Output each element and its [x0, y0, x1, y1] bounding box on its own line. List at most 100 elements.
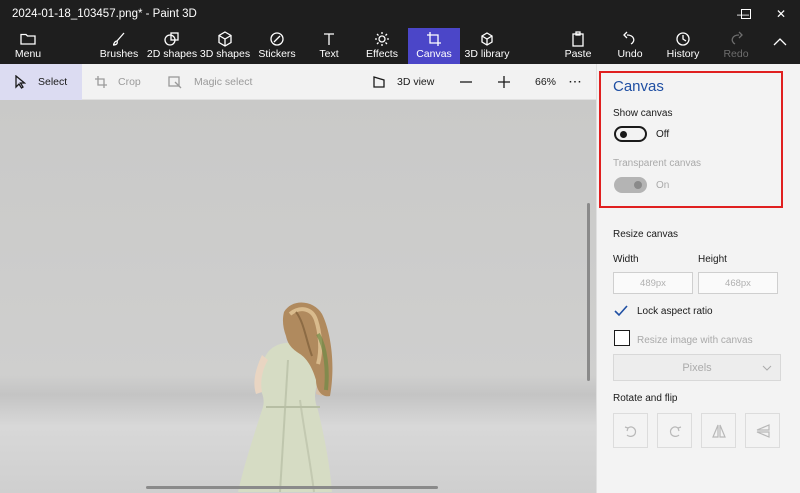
undo-label: Undo	[617, 48, 643, 60]
flip-vertical-button[interactable]	[701, 413, 736, 448]
units-dropdown[interactable]: Pixels	[613, 354, 781, 381]
tool-text[interactable]: Text	[312, 28, 346, 64]
maximize-icon	[741, 9, 751, 19]
rotate-right-icon	[669, 425, 681, 437]
width-label: Width	[613, 254, 639, 265]
collapse-ribbon-button[interactable]	[770, 28, 790, 64]
horizontal-scrollbar[interactable]	[146, 486, 438, 489]
resize-image-label: Resize image with canvas	[637, 335, 753, 346]
tool-label: Text	[319, 48, 339, 60]
height-label: Height	[698, 254, 727, 265]
2d-shapes-icon	[164, 30, 180, 47]
undo-button[interactable]: Undo	[614, 28, 646, 64]
lock-aspect-checkbox[interactable]	[613, 303, 629, 319]
magic-select-label: Magic select	[194, 76, 253, 88]
vertical-scrollbar[interactable]	[587, 203, 590, 381]
tool-label: 2D shapes	[146, 48, 198, 60]
crop-icon	[95, 76, 107, 88]
menu-label: Menu	[14, 48, 42, 60]
folder-icon	[20, 30, 36, 47]
transparent-canvas-label: Transparent canvas	[613, 158, 702, 169]
flip-vertical-icon	[711, 424, 726, 438]
redo-label: Redo	[723, 48, 749, 60]
brush-icon	[111, 30, 127, 47]
tool-label: Effects	[366, 48, 398, 60]
maximize-button[interactable]	[727, 0, 765, 28]
rotate-left-button[interactable]	[613, 413, 648, 448]
chevron-up-icon	[773, 38, 787, 46]
canvas-crop-icon	[426, 30, 442, 47]
tool-brushes[interactable]: Brushes	[98, 28, 140, 64]
crop-tool[interactable]: Crop	[94, 64, 154, 100]
select-label: Select	[38, 76, 68, 88]
ribbon: Menu Brushes 2D shapes 3D shapes Sticker…	[0, 28, 800, 64]
units-value: Pixels	[682, 361, 712, 374]
flip-horizontal-button[interactable]	[745, 413, 780, 448]
plus-icon	[498, 76, 510, 88]
tool-label: Brushes	[99, 48, 139, 60]
sticker-icon	[269, 30, 285, 47]
rotate-left-icon	[624, 425, 636, 437]
width-field[interactable]: 489px	[613, 272, 693, 294]
chevron-down-icon	[762, 365, 772, 371]
redo-icon	[728, 30, 744, 47]
magic-select-icon	[168, 76, 182, 89]
show-canvas-toggle[interactable]	[614, 126, 647, 142]
show-canvas-state: Off	[656, 129, 670, 140]
tool-label: 3D library	[464, 48, 510, 60]
close-button[interactable]: ✕	[762, 0, 800, 28]
select-tool[interactable]: Select	[0, 64, 82, 100]
crop-label: Crop	[118, 76, 141, 88]
show-canvas-label: Show canvas	[613, 108, 673, 119]
pointer-icon	[15, 75, 26, 89]
zoom-in-button[interactable]	[497, 64, 513, 100]
transparent-canvas-toggle[interactable]	[614, 177, 647, 193]
resize-image-checkbox[interactable]	[614, 330, 630, 346]
lock-aspect-label: Lock aspect ratio	[637, 306, 713, 317]
height-field[interactable]: 468px	[698, 272, 778, 294]
history-label: History	[666, 48, 700, 60]
more-options-button[interactable]: ···	[569, 64, 583, 100]
tool-effects[interactable]: Effects	[364, 28, 400, 64]
paste-button[interactable]: Paste	[563, 28, 593, 64]
cube-icon	[217, 30, 233, 47]
sun-icon	[374, 30, 390, 47]
tool-canvas[interactable]: Canvas	[408, 28, 460, 64]
history-icon	[675, 30, 691, 47]
text-icon	[321, 30, 337, 47]
tool-3d-shapes[interactable]: 3D shapes	[200, 28, 250, 64]
minus-icon	[460, 81, 472, 83]
magic-select-tool[interactable]: Magic select	[168, 64, 258, 100]
tool-label: Canvas	[416, 48, 452, 60]
panel-title: Canvas	[613, 78, 664, 95]
canvas-image	[238, 302, 333, 493]
3d-library-icon	[479, 30, 495, 47]
3d-view-label: 3D view	[397, 76, 435, 88]
redo-button[interactable]: Redo	[722, 28, 750, 64]
tool-label: Stickers	[258, 48, 296, 60]
paste-label: Paste	[564, 48, 592, 60]
window-title: 2024-01-18_103457.png* - Paint 3D	[12, 8, 197, 20]
title-bar: 2024-01-18_103457.png* - Paint 3D — ✕	[0, 0, 800, 28]
zoom-out-button[interactable]	[459, 64, 475, 100]
undo-icon	[622, 30, 638, 47]
flip-horizontal-icon	[756, 423, 770, 438]
rotate-right-button[interactable]	[657, 413, 692, 448]
tool-label: 3D shapes	[199, 48, 251, 60]
zoom-level[interactable]: 66%	[535, 64, 557, 100]
clipboard-icon	[570, 30, 586, 47]
resize-canvas-label: Resize canvas	[613, 229, 679, 240]
canvas-area[interactable]	[0, 100, 596, 493]
canvas-toolbar: Select Crop Magic select 3D view 66% ···	[0, 64, 596, 100]
tool-stickers[interactable]: Stickers	[256, 28, 298, 64]
history-button[interactable]: History	[664, 28, 702, 64]
checkmark-icon	[614, 305, 628, 317]
3d-view-icon	[373, 76, 385, 88]
3d-view-button[interactable]: 3D view	[372, 64, 438, 100]
tool-3d-library[interactable]: 3D library	[464, 28, 510, 64]
tool-2d-shapes[interactable]: 2D shapes	[146, 28, 198, 64]
transparent-canvas-state: On	[656, 180, 670, 191]
menu-button[interactable]: Menu	[12, 28, 44, 64]
toggle-knob	[620, 131, 627, 138]
rotate-flip-label: Rotate and flip	[613, 393, 678, 404]
